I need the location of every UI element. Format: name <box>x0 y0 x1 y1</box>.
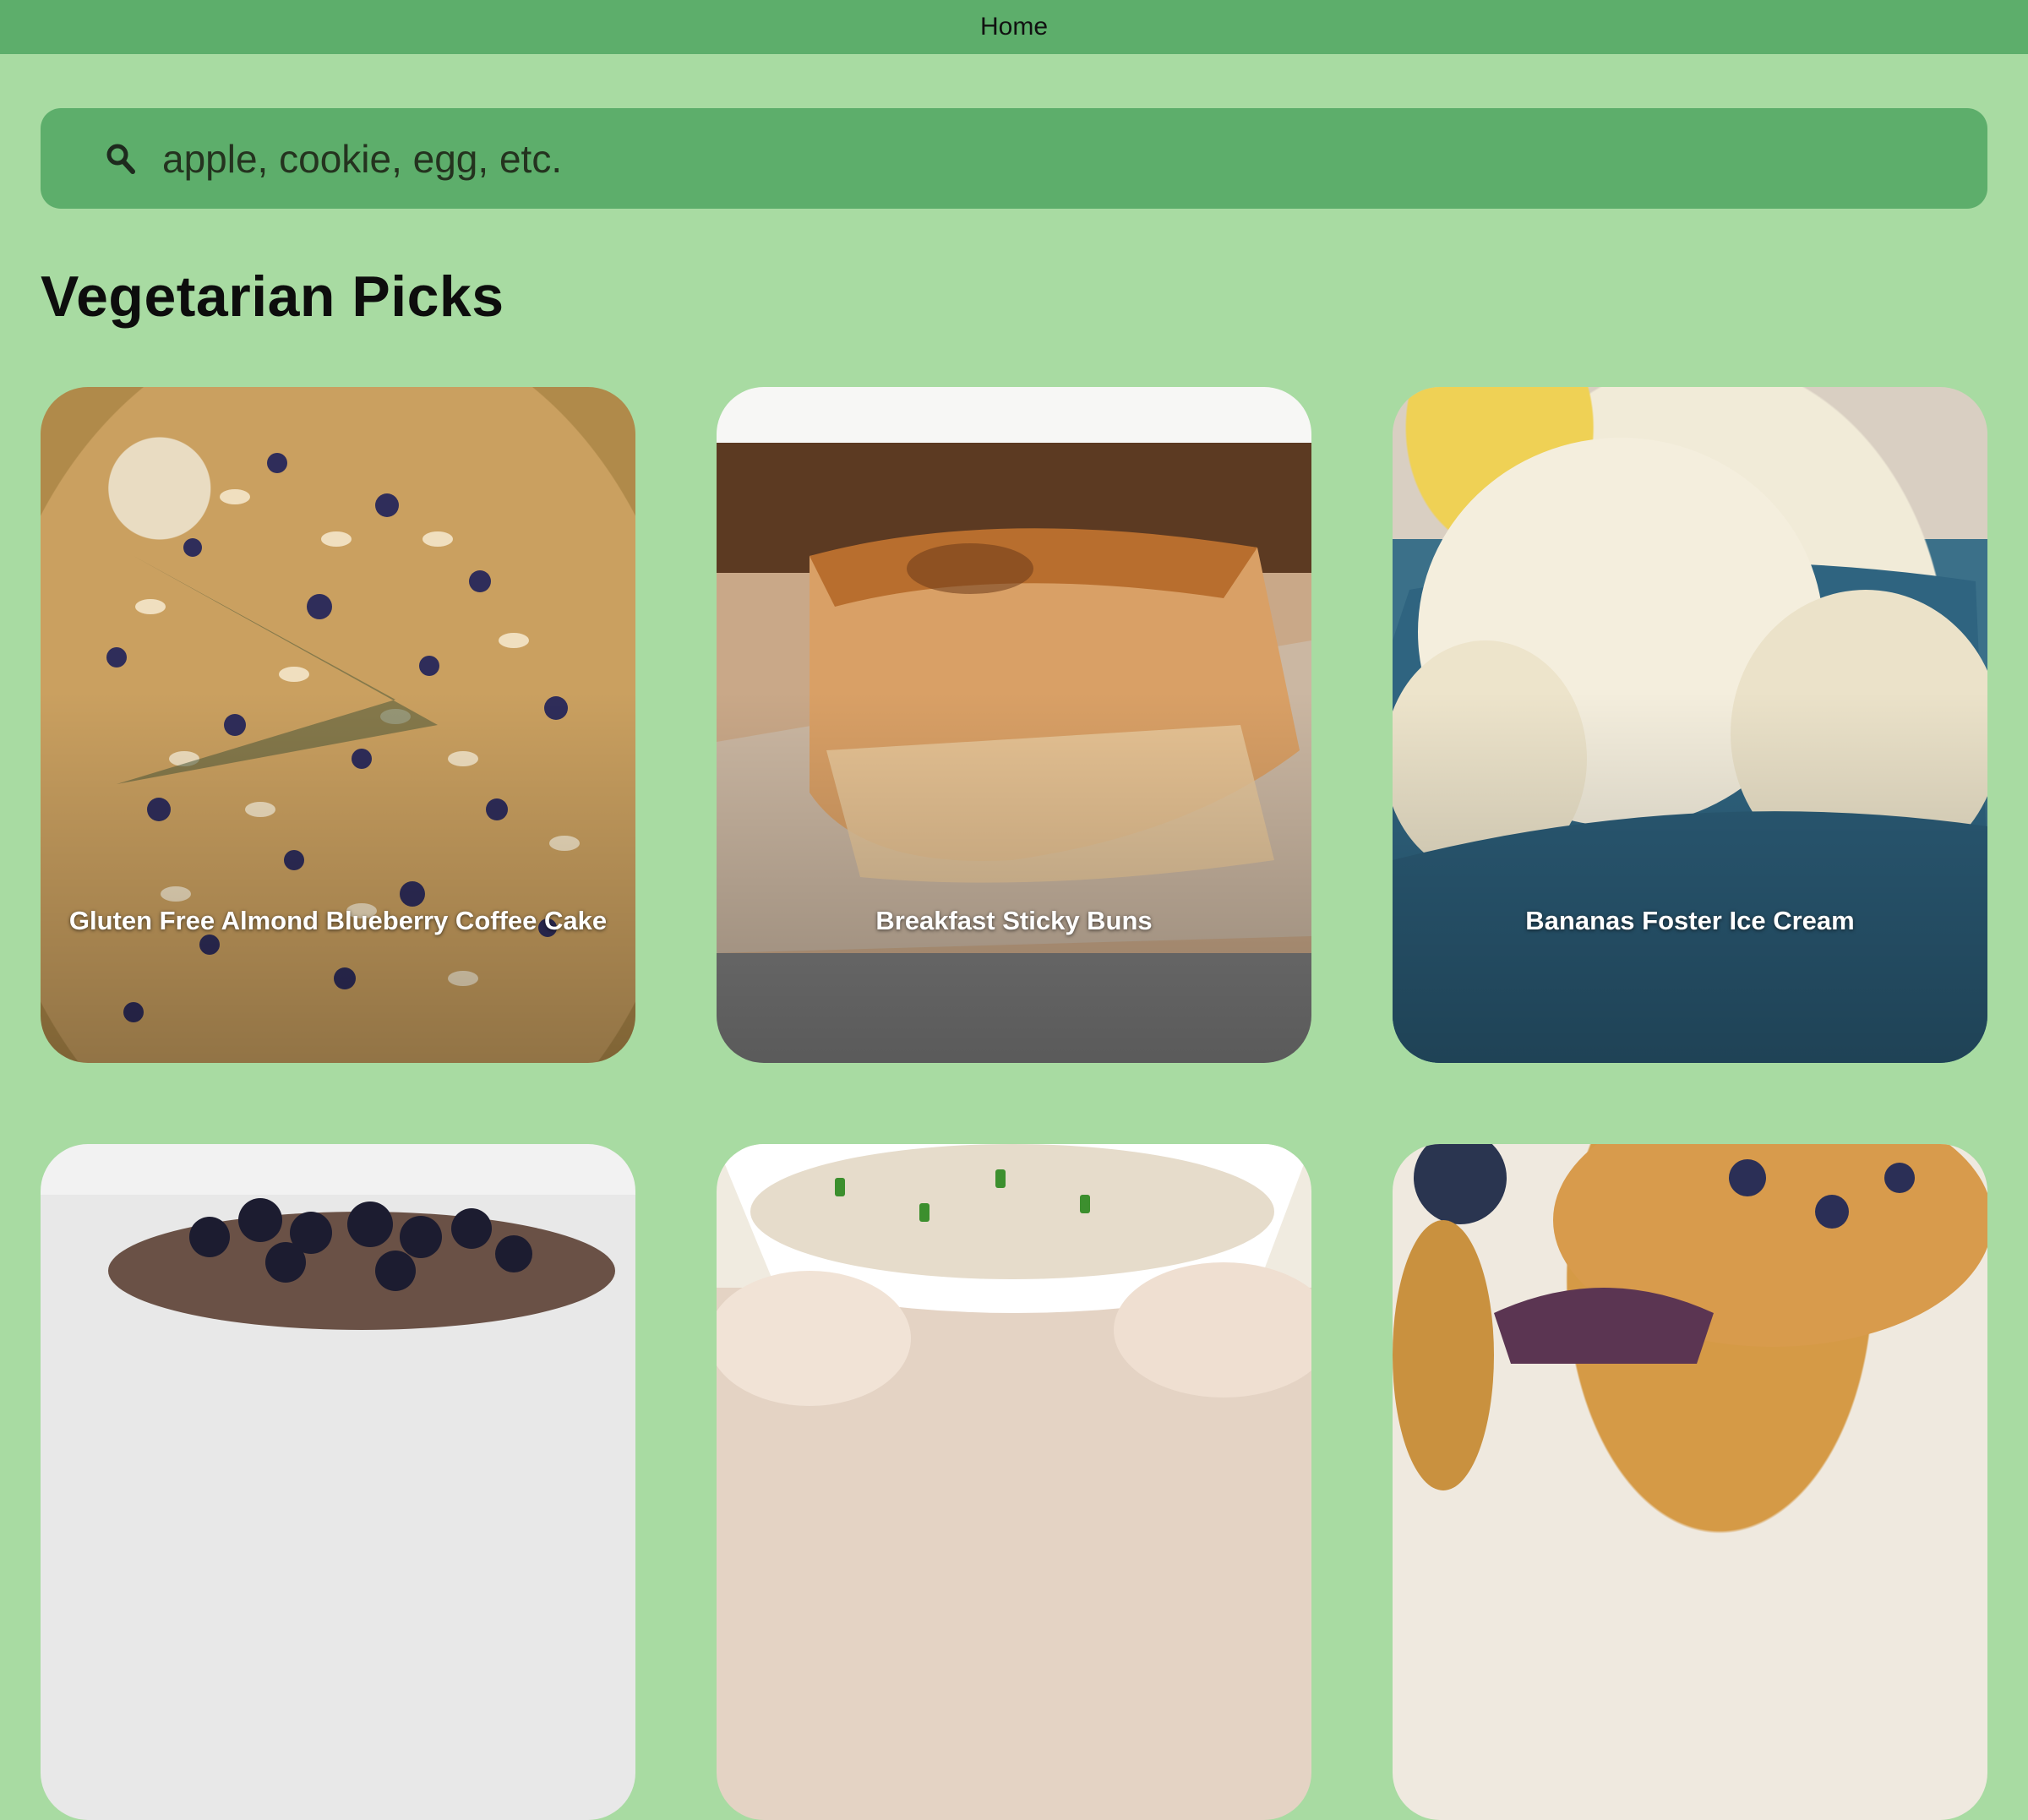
search-icon[interactable] <box>106 144 135 174</box>
recipe-title: Breakfast Sticky Buns <box>875 906 1153 935</box>
recipe-card[interactable] <box>1393 1144 1987 1820</box>
recipe-card[interactable]: Gluten Free Almond Blueberry Coffee Cake <box>41 387 635 1063</box>
recipe-card[interactable]: Breakfast Sticky Buns <box>717 387 1311 1063</box>
top-app-bar: Home <box>0 0 2028 54</box>
page-title: Home <box>979 13 1049 41</box>
section-title: Vegetarian Picks <box>41 264 504 329</box>
recipe-card[interactable]: Bananas Foster Ice Cream <box>1393 387 1987 1063</box>
recipe-title: Gluten Free Almond Blueberry Coffee Cake <box>68 906 608 935</box>
recipe-card[interactable] <box>41 1144 635 1820</box>
recipe-image <box>41 1144 635 1820</box>
search-input[interactable] <box>162 127 1954 190</box>
recipe-title: Bananas Foster Ice Cream <box>1525 906 1855 935</box>
recipe-image <box>1393 1144 1987 1820</box>
recipe-card[interactable] <box>717 1144 1311 1820</box>
search-bar[interactable] <box>41 108 1987 209</box>
recipe-image <box>717 1144 1311 1820</box>
